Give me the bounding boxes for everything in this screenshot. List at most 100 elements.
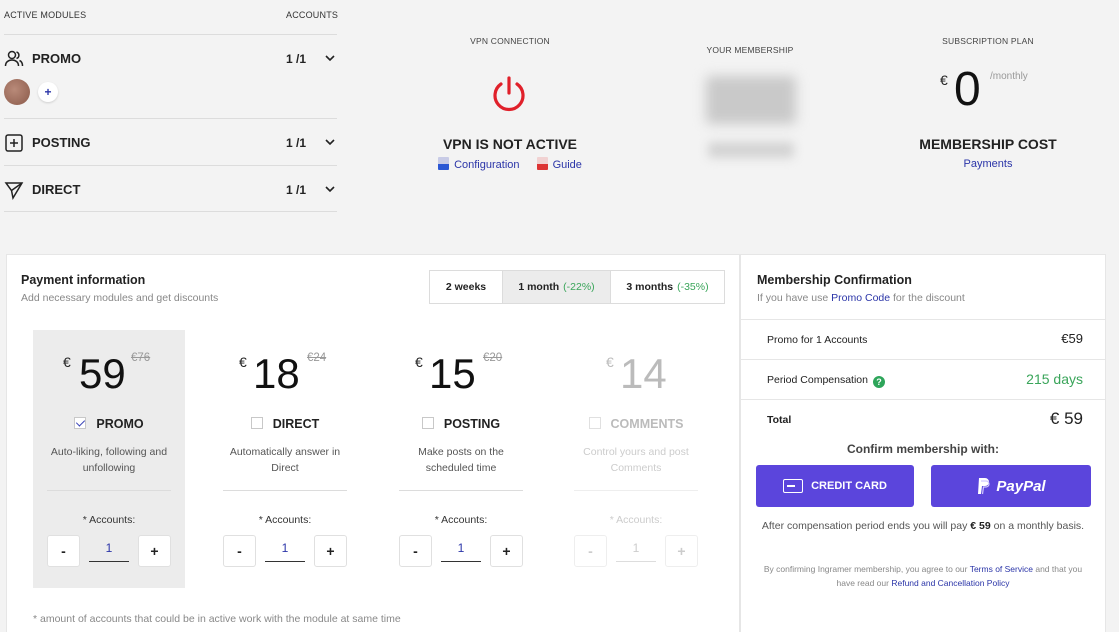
divider — [574, 490, 698, 491]
module-price: € 59 €76 — [33, 350, 185, 400]
send-icon — [4, 182, 24, 200]
increment-button[interactable]: + — [490, 535, 523, 567]
period-label: 1 month — [518, 281, 560, 293]
checkbox — [588, 417, 601, 429]
terms-of-service-link[interactable]: Terms of Service — [970, 564, 1033, 574]
module-row-posting[interactable]: POSTING 1 /1 — [4, 118, 337, 164]
module-checkbox-posting[interactable]: POSTING — [385, 417, 537, 431]
paypal-label: PayPal — [996, 477, 1046, 495]
add-account-button[interactable]: + — [38, 82, 58, 102]
confirm-with-label: Confirm membership with: — [846, 442, 999, 456]
promo-code-link[interactable]: Promo Code — [831, 292, 890, 304]
payments-link[interactable]: Payments — [900, 158, 1076, 170]
currency-symbol: € — [940, 72, 948, 88]
accounts-stepper: - 1 + — [574, 535, 698, 567]
accounts-label: * Accounts: — [82, 514, 136, 526]
after-amount: € 59 — [970, 520, 991, 532]
module-card-direct[interactable]: € 18 €24 DIRECT Automatically answer in … — [209, 330, 361, 588]
period-label: 3 months — [626, 281, 674, 293]
period-1-month[interactable]: 1 month (-22%) — [503, 271, 611, 303]
module-name: DIRECT — [272, 417, 320, 431]
module-name-posting: POSTING — [32, 135, 91, 150]
checkbox[interactable] — [421, 417, 434, 429]
configuration-link[interactable]: Configuration — [454, 159, 519, 171]
paypal-icon — [978, 478, 990, 495]
divider — [4, 211, 337, 212]
module-description: Control yours and post Comments — [583, 446, 689, 474]
checkbox[interactable] — [250, 417, 263, 429]
module-price: € 14 — [560, 350, 712, 400]
membership-blurred-text — [708, 142, 794, 158]
increment-button[interactable]: + — [138, 535, 171, 567]
help-icon[interactable]: ? — [872, 376, 885, 388]
summary-value: €59 — [1061, 331, 1083, 346]
decrement-button: - — [574, 535, 607, 567]
membership-label: YOUR MEMBERSHIP — [706, 45, 794, 55]
accounts-value: 1 — [616, 541, 656, 562]
checkbox[interactable] — [74, 417, 87, 429]
price-value: 14 — [620, 350, 667, 397]
pdf-doc-icon — [536, 157, 548, 170]
accounts-header: ACCOUNTS — [286, 10, 339, 20]
accounts-value[interactable]: 1 — [441, 541, 481, 562]
decrement-button[interactable]: - — [47, 535, 80, 567]
guide-link[interactable]: Guide — [553, 159, 582, 171]
paypal-button[interactable]: PayPal — [931, 465, 1091, 507]
module-count-posting: 1 /1 — [286, 136, 307, 150]
subscription-period: /monthly — [990, 71, 1028, 82]
divider — [47, 490, 171, 491]
old-price: €24 — [307, 352, 327, 364]
chevron-down-icon[interactable] — [324, 136, 336, 148]
subtitle-text: If you have use — [757, 292, 832, 304]
accounts-value[interactable]: 1 — [265, 541, 305, 562]
currency-symbol: € — [606, 354, 614, 370]
refund-policy-link[interactable]: Refund and Cancellation Policy — [891, 578, 1009, 588]
vpn-status: VPN IS NOT ACTIVE — [442, 136, 578, 152]
active-modules-header: ACTIVE MODULES — [4, 10, 87, 20]
payment-card: Payment information Add necessary module… — [6, 254, 740, 632]
period-2-weeks[interactable]: 2 weeks — [430, 271, 503, 303]
period-discount: (-22%) — [563, 281, 595, 293]
currency-symbol: € — [415, 354, 423, 370]
subscription-label: SUBSCRIPTION PLAN — [942, 36, 1034, 46]
decrement-button[interactable]: - — [399, 535, 432, 567]
module-card-posting[interactable]: € 15 €20 POSTING Make posts on the sched… — [385, 330, 537, 588]
accounts-value[interactable]: 1 — [89, 541, 129, 562]
users-icon — [4, 50, 24, 67]
add-post-icon — [5, 134, 23, 152]
power-icon[interactable] — [489, 74, 529, 114]
divider — [399, 490, 523, 491]
after-compensation-text: After compensation period ends you will … — [761, 519, 1085, 534]
credit-card-label: CREDIT CARD — [811, 480, 887, 492]
membership-cost-label: MEMBERSHIP COST — [919, 136, 1057, 152]
module-checkbox-direct[interactable]: DIRECT — [209, 417, 361, 431]
module-checkbox-promo[interactable]: PROMO — [33, 417, 185, 431]
confirmation-card: Membership Confirmation If you have use … — [740, 254, 1106, 632]
module-count-direct: 1 /1 — [286, 183, 307, 197]
period-discount: (-35%) — [677, 281, 709, 293]
legal-text: By confirming Ingramer membership, you a… — [757, 562, 1089, 590]
summary-row-promo: Promo for 1 Accounts €59 — [741, 319, 1105, 359]
price-value: 15 — [429, 350, 476, 397]
chevron-down-icon[interactable] — [324, 183, 336, 195]
accounts-footnote: * amount of accounts that could be in ac… — [33, 613, 401, 625]
module-card-promo[interactable]: € 59 €76 PROMO Auto-liking, following an… — [33, 330, 185, 588]
price-value: 18 — [253, 350, 300, 397]
module-row-direct[interactable]: DIRECT 1 /1 — [4, 165, 337, 211]
credit-card-button[interactable]: CREDIT CARD — [756, 465, 914, 507]
legal-text-part: By confirming Ingramer membership, you a… — [763, 564, 970, 574]
summary-label: Total — [767, 414, 792, 426]
increment-button[interactable]: + — [314, 535, 347, 567]
period-3-months[interactable]: 3 months (-35%) — [611, 271, 724, 303]
payment-title: Payment information — [21, 273, 146, 287]
chevron-down-icon[interactable] — [324, 52, 336, 64]
accounts-stepper: - 1 + — [223, 535, 347, 567]
decrement-button[interactable]: - — [223, 535, 256, 567]
avatar[interactable] — [4, 79, 30, 105]
active-modules-panel: ACTIVE MODULES ACCOUNTS PROMO 1 /1 + POS… — [0, 0, 339, 212]
credit-card-icon — [783, 479, 804, 493]
accounts-stepper: - 1 + — [399, 535, 523, 567]
module-description: Make posts on the scheduled time — [418, 446, 504, 474]
module-name: POSTING — [443, 417, 501, 431]
module-row-promo[interactable]: PROMO 1 /1 — [4, 34, 337, 80]
